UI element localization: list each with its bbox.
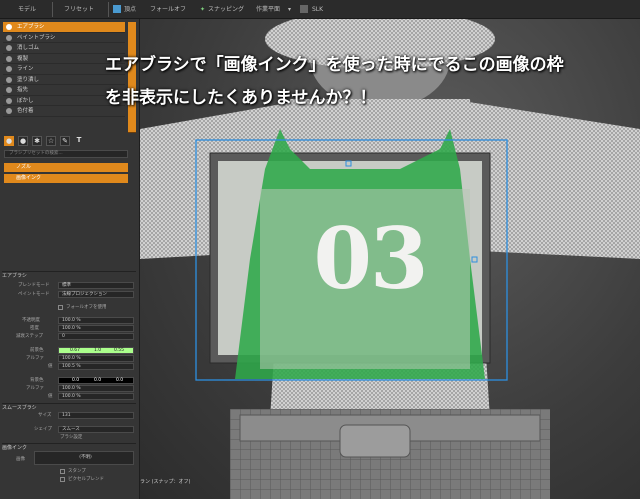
density-label: 密度 <box>30 326 39 331</box>
fg-r-value: 0.67 <box>70 348 81 353</box>
tool-label: エアブラシ <box>17 24 45 30</box>
top-toolbar: モデル フリセット 頂点 フォールオフ ✦ スナッピング 作業平面 ▾ SLK <box>0 0 640 19</box>
steps-label: 減衰ステップ <box>16 334 43 339</box>
bg-color-label: 背景色 <box>30 378 44 383</box>
airbrush-icon <box>6 24 12 30</box>
paint-mode-select[interactable]: 法線プロジェクション <box>58 291 134 298</box>
fg-value-field[interactable]: 100.5 % <box>58 363 134 370</box>
fg-g-value: 1.0 <box>94 348 102 353</box>
tool-label: 複製 <box>17 55 29 62</box>
tool-label: 消しゴム <box>17 45 40 51</box>
stamp-checkbox[interactable] <box>60 469 65 474</box>
eraser-icon <box>6 45 12 51</box>
smudge-icon <box>6 87 12 93</box>
bg-value-field[interactable]: 100.0 % <box>58 393 134 400</box>
clone-icon <box>6 55 12 62</box>
fg-alpha-label: アルファ <box>26 356 44 361</box>
tool-label: ぼかし <box>17 97 34 104</box>
image-select[interactable]: (不明) <box>34 451 134 465</box>
size-field[interactable]: 131 <box>58 412 134 419</box>
size-label: サイズ <box>38 413 52 418</box>
status-bar: ラン (スナップ：オフ) <box>140 479 191 485</box>
paintbrush-icon <box>6 34 12 41</box>
brush-settings-button[interactable]: ブラシ設定 <box>60 434 82 441</box>
fg-alpha-field[interactable]: 100.0 % <box>58 355 134 362</box>
snapping-button[interactable]: スナッピング <box>208 3 244 16</box>
text-brush-icon[interactable]: T <box>74 136 84 146</box>
image-label: 画像 <box>16 457 25 462</box>
bg-alpha-field[interactable]: 100.0 % <box>58 385 134 392</box>
line-icon <box>6 66 12 72</box>
dot-brush-icon[interactable]: ● <box>18 136 28 146</box>
nozzle-item[interactable]: ノズル <box>4 163 128 172</box>
pen-brush-icon[interactable]: ✎ <box>60 136 70 146</box>
opacity-label: 不透明度 <box>22 318 40 323</box>
falloff-button[interactable]: フォールオフ <box>150 3 186 16</box>
shape-label: シェイプ <box>34 427 52 432</box>
shape-select[interactable]: スムース <box>58 426 134 433</box>
pixel-blend-checkbox[interactable] <box>60 477 65 482</box>
tool-label: 塗り潰し <box>17 76 40 83</box>
brush-shape-row: ● ● ✱ ☆ ✎ T <box>4 136 129 148</box>
falloff-checkbox[interactable] <box>58 305 63 310</box>
snap-icon: ✦ <box>200 6 206 13</box>
density-field[interactable]: 100.0 % <box>58 325 134 332</box>
preset-button[interactable]: フリセット <box>64 3 94 16</box>
view-icon <box>300 5 308 13</box>
bg-g-value: 0.0 <box>94 378 102 383</box>
toolbar-divider <box>108 2 109 17</box>
workplane-button[interactable]: 作業平面 <box>256 3 280 16</box>
airbrush-section-header[interactable]: エアブラシ <box>2 271 136 280</box>
blend-mode-select[interactable]: 標準 <box>58 282 134 289</box>
headline-line-2: を非表示にしたくありませんか？！ <box>105 88 377 108</box>
tool-label: ライン <box>17 66 34 72</box>
view-button[interactable]: SLK <box>312 3 323 16</box>
vertex-button[interactable]: 頂点 <box>124 3 136 16</box>
headline-line-1: エアブラシで「画像インク」を使った時にでるこの画像の枠 <box>105 55 564 75</box>
tool-label: 指先 <box>17 87 29 93</box>
star-brush-icon[interactable]: ☆ <box>46 136 56 146</box>
fg-b-value: 0.55 <box>114 348 125 353</box>
chevron-down-icon[interactable]: ▾ <box>288 3 291 16</box>
fg-color-label: 前景色 <box>30 348 44 353</box>
mode-button[interactable]: モデル <box>18 3 36 16</box>
blend-mode-label: ブレンドモード <box>18 283 50 288</box>
tool-paintbrush[interactable]: ペイントブラシ <box>3 33 125 43</box>
stamp-label: スタンプ <box>68 469 86 474</box>
tool-airbrush[interactable]: エアブラシ <box>3 22 125 33</box>
bg-r-value: 0.0 <box>72 378 80 383</box>
circle-brush-icon[interactable]: ● <box>4 136 14 146</box>
jersey-number: 03 <box>313 209 429 308</box>
tool-label: ペイントブラシ <box>17 34 56 41</box>
brush-search-input[interactable]: ブラシプリセットの検索... <box>4 150 128 158</box>
color-apply-icon <box>6 108 12 114</box>
opacity-field[interactable]: 100.0 % <box>58 317 134 324</box>
bg-value-label: 値 <box>48 394 53 399</box>
image-ink-item[interactable]: 画像インク <box>4 174 128 183</box>
blur-icon <box>6 97 12 104</box>
paint-mode-label: ペイントモード <box>18 292 50 297</box>
panel-side-tabs <box>128 22 136 133</box>
pixel-blend-label: ピクセルブレンド <box>68 477 104 482</box>
vertex-icon <box>113 5 121 13</box>
tool-label: 色付着 <box>17 108 34 114</box>
smooth-brush-section-header[interactable]: スムースブラシ <box>2 403 136 412</box>
falloff-check-label: フォールオフを使用 <box>66 305 107 310</box>
gear-brush-icon[interactable]: ✱ <box>32 136 42 146</box>
fg-value-label: 値 <box>48 364 53 369</box>
belt-buckle-shape <box>339 424 411 458</box>
bg-alpha-label: アルファ <box>26 386 44 391</box>
steps-field[interactable]: 0 <box>58 333 134 340</box>
fill-icon <box>6 76 12 83</box>
toolbar-divider <box>52 2 53 17</box>
bg-b-value: 0.0 <box>116 378 124 383</box>
